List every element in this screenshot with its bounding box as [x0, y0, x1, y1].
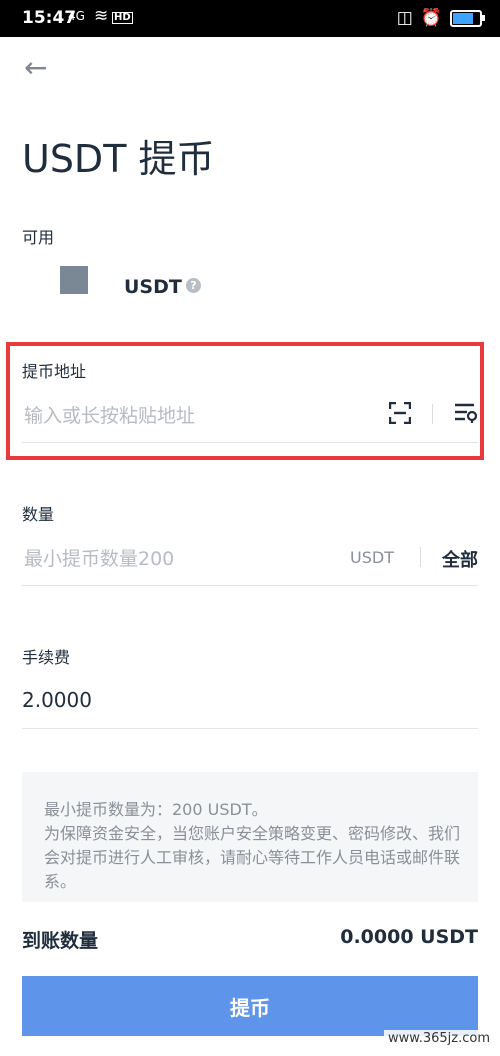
address-input[interactable] — [22, 400, 386, 432]
notice-line-2: 为保障资金安全，当您账户安全策略变更、密码修改、我们会对提币进行人工审核，请耐心… — [44, 824, 461, 891]
available-label: 可用 — [22, 228, 55, 247]
address-book-icon[interactable] — [454, 402, 478, 424]
amount-unit: USDT — [350, 548, 394, 567]
coin-logo — [60, 266, 88, 294]
status-right: ◫ ⏰ — [396, 8, 485, 28]
receive-value: 0.0000 USDT — [340, 926, 478, 948]
scan-qr-icon[interactable] — [389, 402, 411, 424]
hd-badge: HD — [112, 12, 133, 24]
help-icon[interactable]: ? — [186, 278, 201, 293]
notice-box: 最小提币数量为：200 USDT。 为保障资金安全，当您账户安全策略变更、密码修… — [22, 772, 478, 902]
amount-input[interactable] — [22, 543, 326, 575]
receive-label: 到账数量 — [22, 930, 99, 952]
alarm-icon: ⏰ — [420, 8, 442, 28]
fee-underline — [22, 728, 478, 729]
divider — [432, 404, 433, 424]
address-label: 提币地址 — [22, 362, 87, 381]
fee-value: 2.0000 — [22, 688, 92, 712]
signal-indicator: 4G — [68, 9, 85, 23]
fee-label: 手续费 — [22, 648, 71, 667]
vibrate-icon: ◫ — [396, 8, 413, 28]
battery-icon — [450, 9, 485, 27]
status-bar: 15:47 4G ≋ HD ◫ ⏰ — [0, 0, 500, 37]
watermark-text: www.365jz.com — [384, 1030, 494, 1047]
address-underline — [22, 442, 478, 443]
amount-underline — [22, 585, 478, 586]
wifi-icon: ≋ — [94, 6, 109, 26]
available-coin: USDT — [124, 276, 182, 298]
divider — [420, 547, 421, 567]
notice-line-1: 最小提币数量为：200 USDT。 — [44, 800, 268, 819]
back-arrow-icon[interactable]: ← — [24, 54, 56, 82]
amount-label: 数量 — [22, 505, 55, 524]
all-button[interactable]: 全部 — [442, 546, 478, 572]
page-title: USDT 提币 — [22, 137, 215, 181]
withdraw-button[interactable]: 提币 — [22, 976, 478, 1036]
